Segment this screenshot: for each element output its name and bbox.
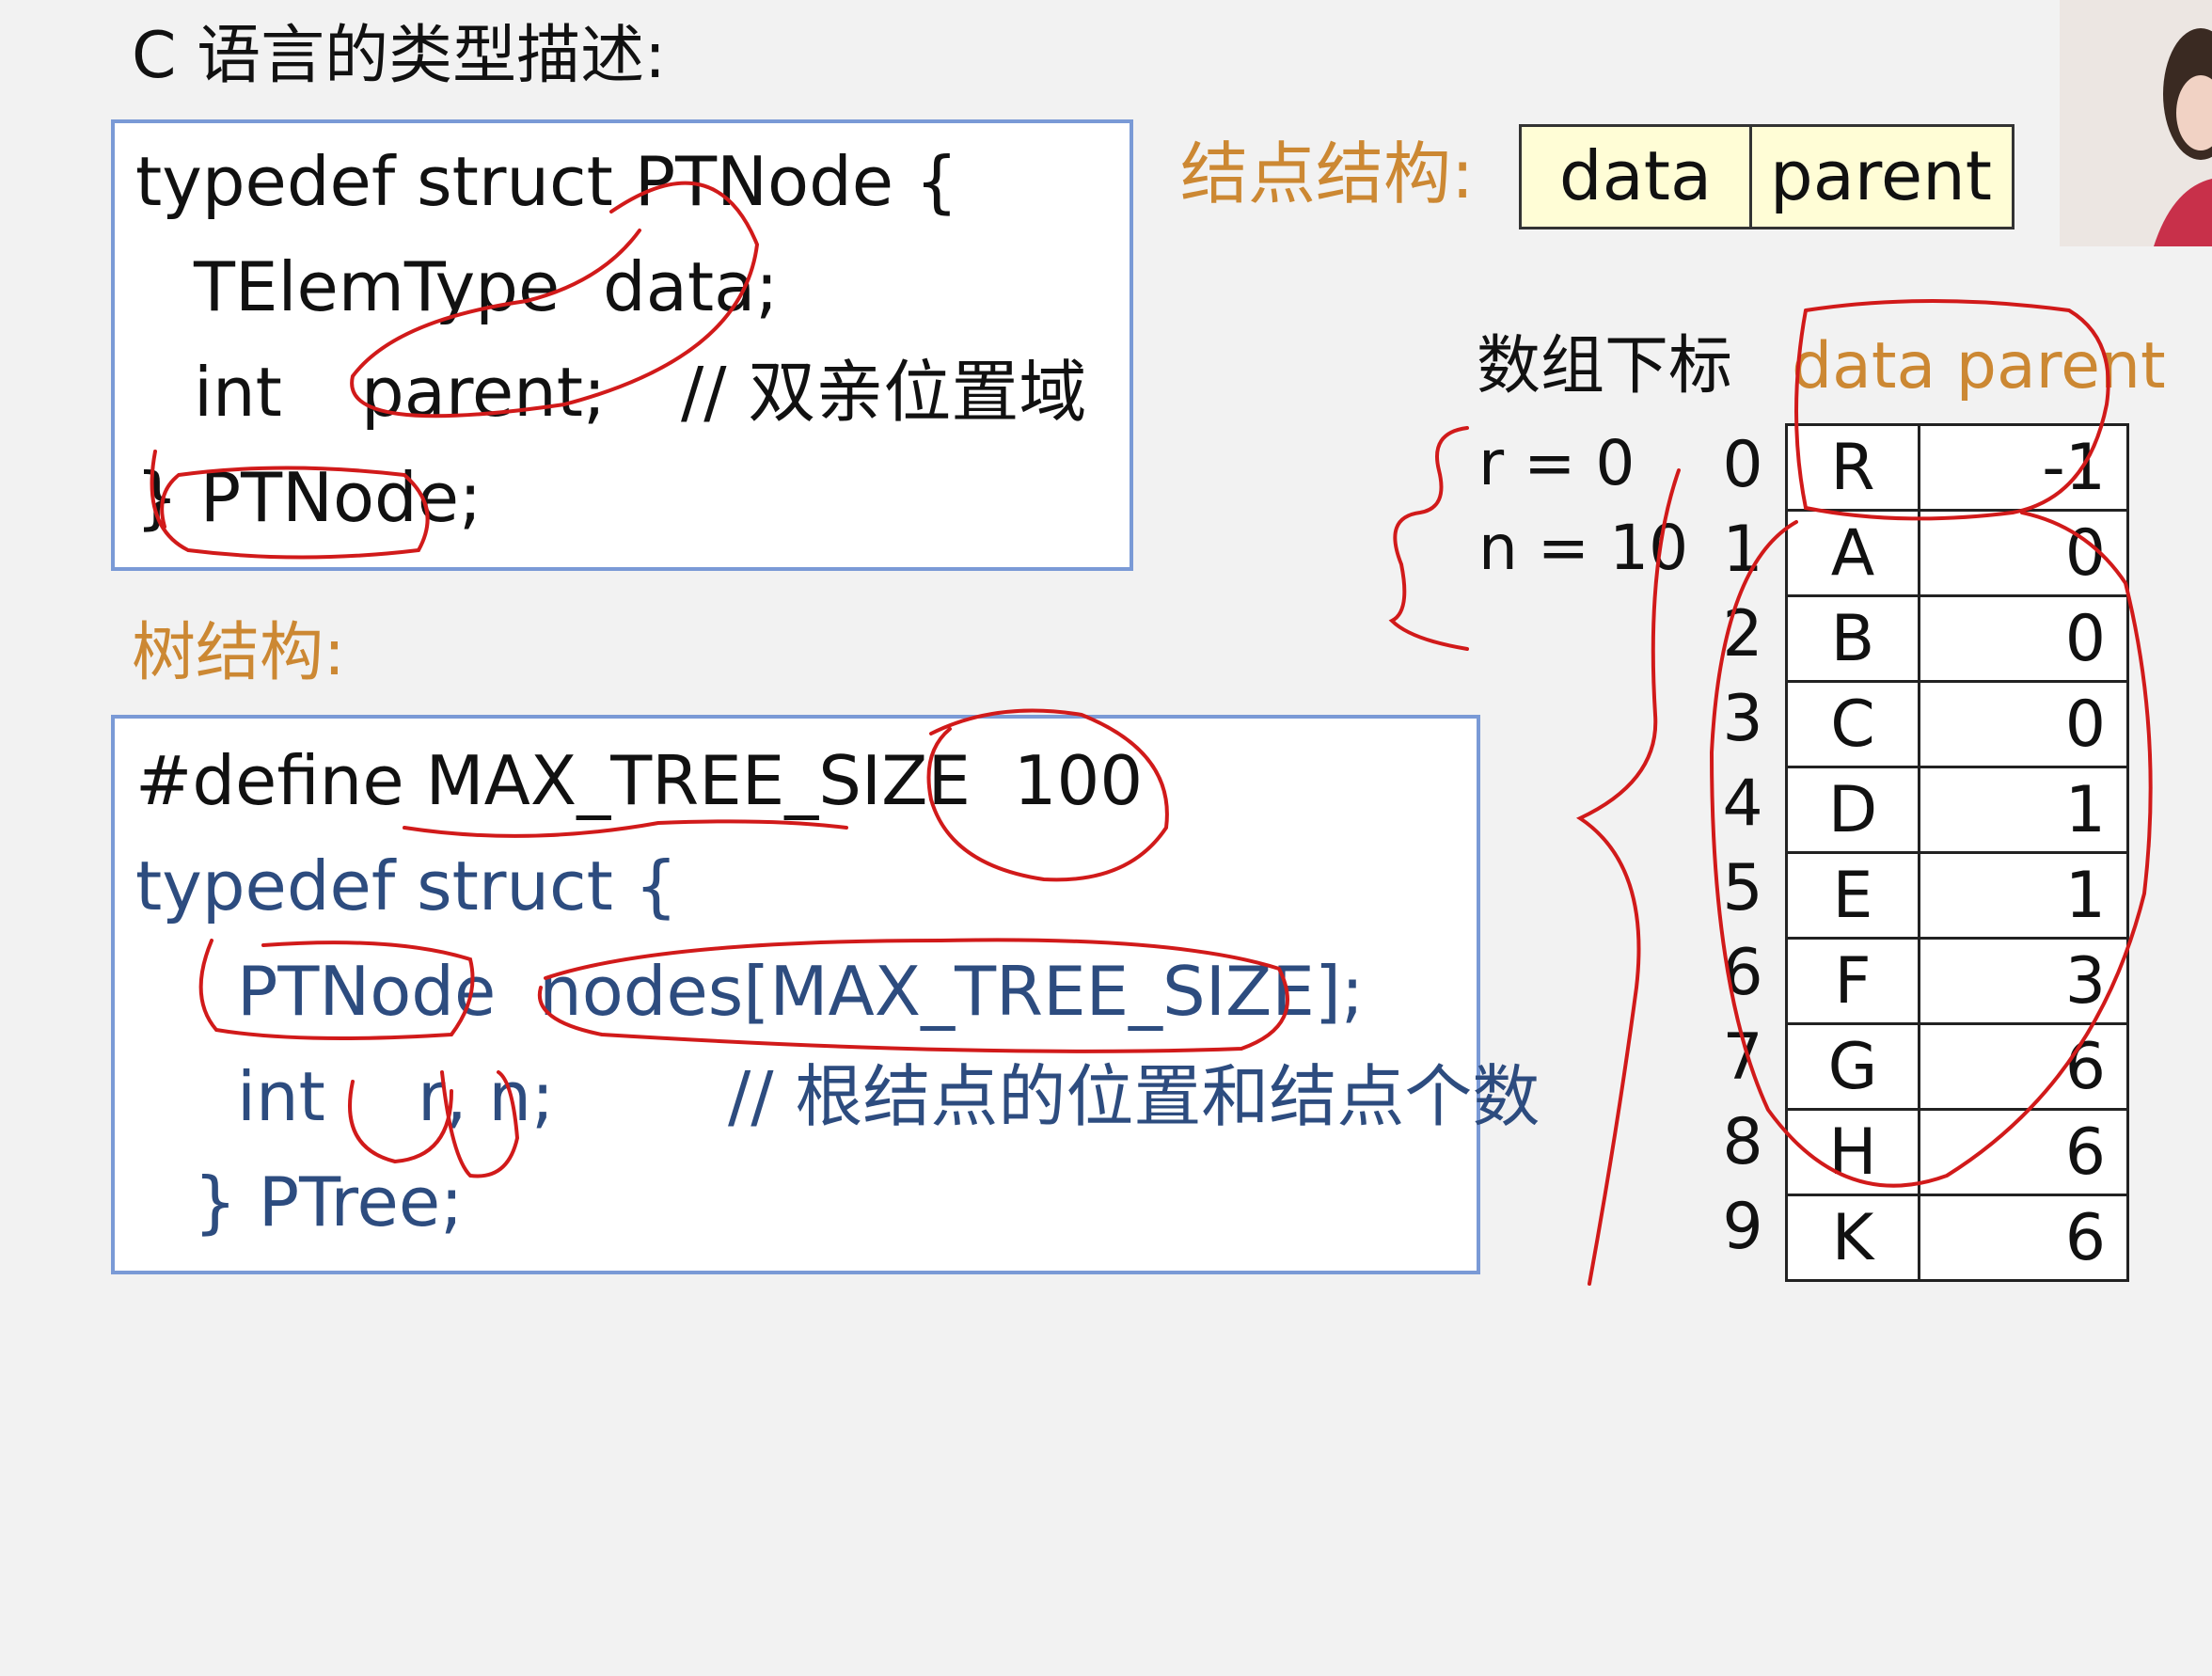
table-row: K6 bbox=[1785, 1194, 2129, 1282]
cell-data: H bbox=[1785, 1108, 1920, 1196]
struct-field-parent: parent bbox=[1769, 136, 1992, 215]
code-parent-field: parent; bbox=[361, 353, 607, 432]
cell-parent: 0 bbox=[1918, 509, 2129, 597]
cell-data: G bbox=[1785, 1022, 1920, 1111]
array-index: 2 bbox=[1722, 597, 1763, 672]
array-index: 3 bbox=[1722, 682, 1763, 756]
table-row: G6 bbox=[1785, 1022, 2129, 1111]
cell-data: C bbox=[1785, 680, 1920, 768]
code-line-close: } PTNode; bbox=[135, 458, 482, 537]
code-line-nodes: PTNode nodes[MAX_TREE_SIZE]; bbox=[237, 952, 1365, 1031]
struct-field-data: data bbox=[1522, 127, 1752, 227]
array-index: 9 bbox=[1722, 1190, 1763, 1264]
array-index: 5 bbox=[1722, 851, 1763, 925]
cell-parent: 1 bbox=[1918, 851, 2129, 940]
table-row: C0 bbox=[1785, 680, 2129, 768]
table-row: H6 bbox=[1785, 1108, 2129, 1196]
array-index: 1 bbox=[1722, 513, 1763, 587]
cell-parent: 3 bbox=[1918, 937, 2129, 1025]
table-row: B0 bbox=[1785, 594, 2129, 683]
array-index: 8 bbox=[1722, 1105, 1763, 1179]
cell-parent: 0 bbox=[1918, 594, 2129, 683]
array-index: 0 bbox=[1722, 428, 1763, 502]
code-line-ptree-close: } PTree; bbox=[194, 1162, 464, 1241]
array-index: 7 bbox=[1722, 1020, 1763, 1095]
code-keyword-int: int bbox=[194, 353, 282, 432]
parent-array-table: R -1 A0 B0 C0 D1 E1 F3 G6 H6 K6 bbox=[1785, 423, 2129, 1282]
table-row: R -1 bbox=[1785, 423, 2129, 512]
cell-data: R bbox=[1785, 423, 1920, 512]
root-position-label: r = 0 bbox=[1478, 427, 1635, 499]
cell-parent: 6 bbox=[1918, 1022, 2129, 1111]
tree-structure-label: 树结构: bbox=[132, 616, 345, 690]
node-structure-label: 结点结构: bbox=[1180, 134, 1475, 213]
presenter-silhouette-icon bbox=[2060, 0, 2212, 246]
node-structure-diagram: data parent bbox=[1519, 124, 2014, 229]
cell-data: E bbox=[1785, 851, 1920, 940]
code-comment-parent: // 双亲位置域 bbox=[681, 353, 1087, 432]
code-line-data-field: TElemType data; bbox=[194, 247, 779, 326]
code-comment-root: // 根结点的位置和结点个数 bbox=[728, 1057, 1540, 1136]
array-fields-header: data parent bbox=[1792, 329, 2166, 403]
cell-data: A bbox=[1785, 509, 1920, 597]
table-row: A0 bbox=[1785, 509, 2129, 597]
code-line-ptree-typedef: typedef struct { bbox=[135, 846, 678, 925]
cell-parent: 6 bbox=[1918, 1194, 2129, 1282]
cell-parent: 6 bbox=[1918, 1108, 2129, 1196]
slide-title: C 语言的类型描述: bbox=[132, 19, 667, 93]
array-index-header: 数组下标 bbox=[1477, 329, 1733, 403]
code-keyword-int-2: int bbox=[237, 1057, 325, 1136]
cell-data: B bbox=[1785, 594, 1920, 683]
code-line-define: #define MAX_TREE_SIZE 100 bbox=[135, 741, 1144, 820]
ptree-code-box: #define MAX_TREE_SIZE 100 typedef struct… bbox=[111, 715, 1540, 1274]
cell-data: D bbox=[1785, 766, 1920, 854]
table-row: D1 bbox=[1785, 766, 2129, 854]
code-vars-r-n: r, n; bbox=[418, 1057, 555, 1136]
cell-parent: 0 bbox=[1918, 680, 2129, 768]
presenter-webcam bbox=[2060, 0, 2212, 246]
cell-data: K bbox=[1785, 1194, 1920, 1282]
code-line-typedef: typedef struct PTNode { bbox=[135, 142, 958, 221]
array-index: 4 bbox=[1722, 767, 1763, 841]
node-count-label: n = 10 bbox=[1478, 512, 1689, 584]
cell-parent: -1 bbox=[1918, 423, 2129, 512]
cell-data: F bbox=[1785, 937, 1920, 1025]
cell-parent: 1 bbox=[1918, 766, 2129, 854]
table-row: F3 bbox=[1785, 937, 2129, 1025]
ptnode-code-box: typedef struct PTNode { TElemType data; … bbox=[111, 119, 1133, 571]
array-index: 6 bbox=[1722, 936, 1763, 1010]
table-row: E1 bbox=[1785, 851, 2129, 940]
